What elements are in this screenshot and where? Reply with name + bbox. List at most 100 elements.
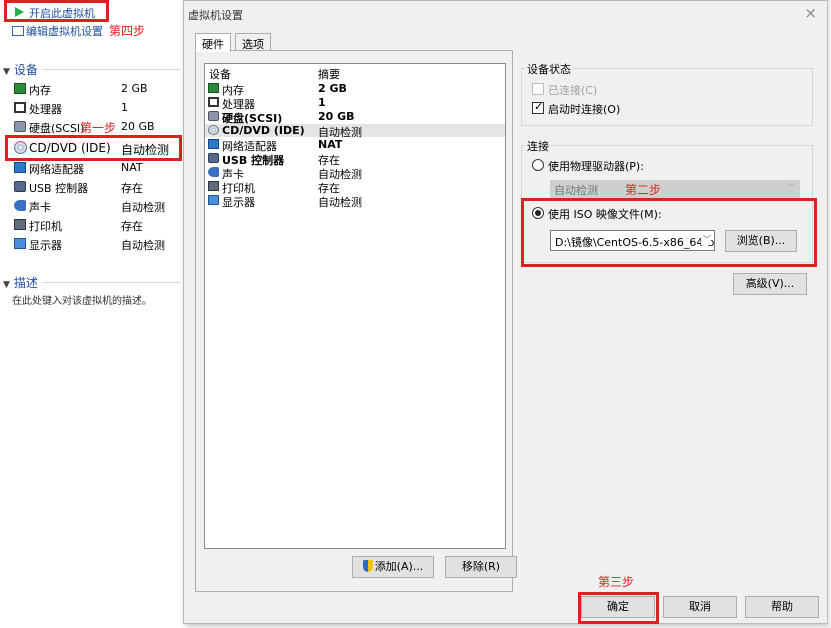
printer-icon — [14, 219, 26, 230]
connect-at-power-on-checkbox[interactable]: ✓ — [532, 100, 544, 114]
device-row-network[interactable]: 网络适配器 NAT — [205, 138, 505, 153]
device-name: 声卡 — [29, 201, 51, 214]
connection-label: 连接 — [525, 138, 551, 154]
device-row-summary: 自动检测 — [318, 196, 362, 209]
processor-icon — [208, 97, 219, 107]
summary-device-display[interactable]: 显示器 自动检测 — [14, 235, 184, 253]
device-name: 显示器 — [29, 239, 62, 252]
summary-device-processor[interactable]: 处理器 1 — [14, 99, 184, 117]
device-row-summary: 1 — [318, 96, 326, 109]
device-name: 处理器 — [29, 103, 62, 116]
devices-header-label: 设备 — [13, 63, 38, 77]
collapse-arrow-icon: ▼ — [3, 280, 10, 290]
memory-icon — [208, 83, 219, 93]
device-row-name: CD/DVD (IDE) — [222, 124, 305, 137]
play-icon — [15, 7, 24, 17]
summary-device-network[interactable]: 网络适配器 NAT — [14, 159, 184, 177]
step4-annotation: 第四步 — [109, 24, 146, 38]
device-value: 20 GB — [121, 120, 155, 133]
device-row-cd-dvd[interactable]: CD/DVD (IDE) 自动检测 — [205, 124, 505, 139]
step1-annotation: 第一步 — [80, 121, 117, 135]
device-row-printer[interactable]: 打印机 存在 — [205, 180, 505, 195]
use-physical-drive-radio[interactable] — [532, 159, 544, 171]
memory-icon — [14, 83, 26, 94]
add-device-button[interactable]: 添加(A)... — [352, 556, 434, 578]
physical-drive-value: 自动检测 — [554, 184, 598, 197]
device-row-summary: 2 GB — [318, 82, 347, 95]
network-adapter-icon — [14, 162, 26, 173]
dialog-title: 虚拟机设置 — [188, 9, 243, 22]
help-button[interactable]: 帮助 — [745, 596, 819, 618]
network-adapter-icon — [208, 139, 219, 149]
summary-device-printer[interactable]: 打印机 存在 — [14, 216, 184, 234]
summary-device-sound[interactable]: 声卡 自动检测 — [14, 197, 184, 215]
device-row-display[interactable]: 显示器 自动检测 — [205, 194, 505, 209]
tab-hardware[interactable]: 硬件 — [195, 33, 231, 52]
device-row-usb[interactable]: USB 控制器 存在 — [205, 152, 505, 167]
uac-shield-icon — [362, 560, 373, 572]
printer-icon — [208, 181, 219, 191]
device-list: 设备 摘要 内存 2 GB 处理器 1 硬盘(SCSI) 20 GB CD/DV… — [204, 63, 506, 549]
physical-drive-select[interactable]: 自动检测 ﹀ — [550, 180, 800, 198]
device-value: 自动检测 — [121, 239, 165, 252]
add-button-label: 添加(A)... — [374, 560, 424, 573]
description-header-label: 描述 — [13, 276, 38, 290]
device-value: 存在 — [121, 220, 143, 233]
description-placeholder[interactable]: 在此处键入对该虚拟机的描述。 — [12, 292, 152, 307]
use-physical-drive-label: 使用物理驱动器(P): — [548, 160, 644, 173]
device-row-sound[interactable]: 声卡 自动检测 — [205, 166, 505, 181]
device-value: NAT — [121, 161, 143, 174]
display-icon — [208, 195, 219, 205]
usb-controller-icon — [14, 181, 26, 192]
tab-options[interactable]: 选项 — [235, 33, 271, 51]
step1-highlight-box — [5, 135, 182, 161]
edit-vm-settings-link[interactable]: 编辑虚拟机设置 第四步 — [12, 22, 145, 38]
connected-checkbox[interactable] — [532, 83, 544, 95]
vm-settings-dialog: 虚拟机设置 × 硬件 选项 设备 摘要 内存 2 GB 处理器 1 硬盘(SCS… — [183, 0, 828, 624]
connect-at-power-on-label: 启动时连接(O) — [548, 103, 621, 116]
close-icon[interactable]: × — [804, 4, 817, 22]
step3-highlight-box — [578, 592, 659, 624]
power-on-label: 开启此虚拟机 — [29, 7, 95, 20]
device-name: USB 控制器 — [29, 182, 89, 195]
device-value: 2 GB — [121, 82, 148, 95]
processor-icon — [14, 102, 26, 113]
settings-icon — [12, 26, 24, 36]
summary-device-hard-disk[interactable]: 硬盘(SCSI) 第一步 20 GB — [14, 118, 184, 136]
collapse-arrow-icon: ▼ — [3, 67, 10, 77]
hard-disk-icon — [14, 121, 26, 132]
sound-card-icon — [14, 200, 26, 211]
display-icon — [14, 238, 26, 249]
cancel-button[interactable]: 取消 — [663, 596, 737, 618]
device-row-summary: NAT — [318, 138, 343, 151]
summary-device-usb[interactable]: USB 控制器 存在 — [14, 178, 184, 196]
checkmark-icon: ✓ — [534, 100, 544, 113]
device-status-label: 设备状态 — [525, 61, 573, 77]
device-row-memory[interactable]: 内存 2 GB — [205, 82, 505, 97]
device-row-name: 显示器 — [222, 196, 255, 209]
section-divider — [42, 282, 180, 283]
device-row-summary: 20 GB — [318, 110, 355, 123]
sound-card-icon — [208, 167, 219, 177]
description-section-header[interactable]: ▼ 描述 — [3, 274, 38, 291]
device-value: 1 — [121, 101, 128, 114]
device-name: 内存 — [29, 84, 51, 97]
device-value: 存在 — [121, 182, 143, 195]
remove-device-button[interactable]: 移除(R) — [445, 556, 517, 578]
device-row-hard-disk[interactable]: 硬盘(SCSI) 20 GB — [205, 110, 505, 125]
step2-annotation: 第二步 — [625, 183, 662, 197]
power-on-button[interactable]: 开启此虚拟机 — [4, 0, 109, 22]
summary-device-memory[interactable]: 内存 2 GB — [14, 80, 184, 98]
section-divider — [42, 69, 180, 70]
chevron-down-icon: ﹀ — [787, 183, 795, 192]
advanced-button[interactable]: 高级(V)... — [733, 273, 807, 295]
step3-annotation: 第三步 — [598, 575, 635, 589]
device-value: 自动检测 — [121, 201, 165, 214]
device-row-processor[interactable]: 处理器 1 — [205, 96, 505, 111]
devices-section-header[interactable]: ▼ 设备 — [3, 61, 38, 78]
device-name: 打印机 — [29, 220, 62, 233]
connected-label: 已连接(C) — [548, 84, 598, 97]
device-name: 网络适配器 — [29, 163, 84, 176]
column-header-summary[interactable]: 摘要 — [318, 66, 340, 82]
column-header-device[interactable]: 设备 — [209, 66, 231, 82]
